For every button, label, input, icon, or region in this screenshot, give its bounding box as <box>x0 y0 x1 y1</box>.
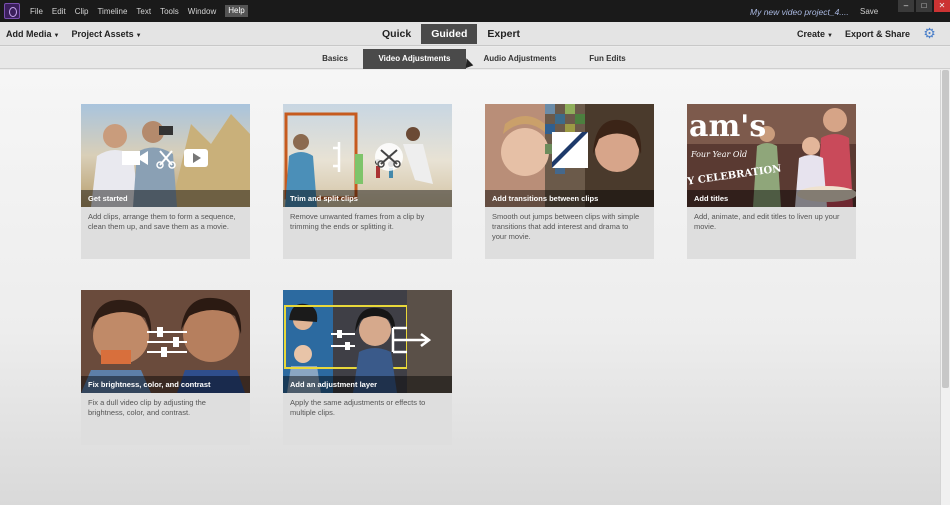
chevron-down-icon: ▼ <box>827 33 833 39</box>
scissors-icon <box>333 142 403 172</box>
menu-timeline[interactable]: Timeline <box>97 7 127 17</box>
guided-edits-panel: Get started Add clips, arrange them to f… <box>0 70 940 505</box>
save-button[interactable]: Save <box>860 7 878 16</box>
tab-guided[interactable]: Guided <box>421 24 478 44</box>
add-media-label: Add Media <box>6 29 52 39</box>
menu-tools[interactable]: Tools <box>160 7 179 17</box>
premiere-elements-logo-icon <box>4 3 20 19</box>
mode-bar: Add Media ▼ Project Assets ▼ Quick Guided … <box>0 22 950 46</box>
card-title: Fix brightness, color, and contrast <box>81 376 250 393</box>
maximize-icon[interactable]: □ <box>916 0 932 12</box>
vertical-scrollbar[interactable] <box>940 70 950 505</box>
minimize-icon[interactable]: – <box>898 0 914 12</box>
titles-sample-text: am's <box>689 109 767 144</box>
tab-fun-edits[interactable]: Fun Edits <box>580 49 635 69</box>
project-name: My new video project_4.... <box>750 7 849 17</box>
titles-sample-subtext: Four Year Old <box>691 150 748 159</box>
project-assets-label: Project Assets <box>71 29 134 39</box>
card-get-started[interactable]: Get started Add clips, arrange them to f… <box>81 104 250 259</box>
card-add-titles[interactable]: am's Four Year Old Y CELEBRATION Add tit… <box>687 104 856 259</box>
card-title: Add titles <box>687 190 856 207</box>
menu-help[interactable]: Help <box>225 5 248 17</box>
mode-tabs: Quick Guided Expert <box>372 24 530 44</box>
card-trim-split-clips[interactable]: Trim and split clips Remove unwanted fra… <box>283 104 452 259</box>
card-description: Add clips, arrange them to form a sequen… <box>88 212 236 231</box>
scrollbar-thumb[interactable] <box>942 70 949 388</box>
create-label: Create <box>797 29 826 39</box>
card-add-transitions[interactable]: Add transitions between clips Smooth out… <box>485 104 654 259</box>
card-description: Remove unwanted frames from a clip by tr… <box>290 212 425 231</box>
adjustment-sliders-icon <box>147 327 187 357</box>
tab-expert[interactable]: Expert <box>477 24 530 44</box>
export-share-button[interactable]: Export & Share <box>845 29 910 39</box>
add-media-dropdown[interactable]: Add Media ▼ <box>6 29 59 39</box>
gear-icon[interactable]: ⚙ <box>922 26 937 41</box>
menu-text[interactable]: Text <box>136 7 151 17</box>
tab-basics[interactable]: Basics <box>310 49 360 69</box>
chevron-down-icon: ▼ <box>53 33 60 39</box>
card-title: Add transitions between clips <box>485 190 654 207</box>
card-description: Apply the same adjustments or effects to… <box>290 398 426 417</box>
tab-quick[interactable]: Quick <box>372 24 421 44</box>
menu-file[interactable]: File <box>30 7 43 17</box>
chevron-down-icon: ▼ <box>135 33 142 39</box>
menu-edit[interactable]: Edit <box>52 7 66 17</box>
transition-icon <box>552 132 588 168</box>
menu-bar: File Edit Clip Timeline Text Tools Windo… <box>30 5 257 17</box>
card-description: Smooth out jumps between clips with simp… <box>492 212 640 241</box>
title-bar: File Edit Clip Timeline Text Tools Windo… <box>0 0 950 22</box>
video-icons <box>122 149 208 169</box>
card-description: Add, animate, and edit titles to liven u… <box>694 212 840 231</box>
close-icon[interactable]: ✕ <box>934 0 950 12</box>
adjustment-layer-icon <box>331 326 431 354</box>
card-title: Get started <box>81 190 250 207</box>
card-title: Trim and split clips <box>283 190 452 207</box>
card-description: Fix a dull video clip by adjusting the b… <box>88 398 206 417</box>
window-controls: – □ ✕ <box>896 0 950 12</box>
create-dropdown[interactable]: Create ▼ <box>797 29 833 39</box>
tab-video-adjustments[interactable]: Video Adjustments <box>363 49 466 69</box>
card-fix-brightness[interactable]: Fix brightness, color, and contrast Fix … <box>81 290 250 445</box>
menu-clip[interactable]: Clip <box>75 7 89 17</box>
card-title: Add an adjustment layer <box>283 376 452 393</box>
menu-window[interactable]: Window <box>188 7 216 17</box>
tab-audio-adjustments[interactable]: Audio Adjustments <box>477 49 563 69</box>
project-assets-dropdown[interactable]: Project Assets ▼ <box>71 29 141 39</box>
card-adjustment-layer[interactable]: Add an adjustment layer Apply the same a… <box>283 290 452 445</box>
guided-category-tabs: Basics Video Adjustments Audio Adjustmen… <box>0 47 950 69</box>
